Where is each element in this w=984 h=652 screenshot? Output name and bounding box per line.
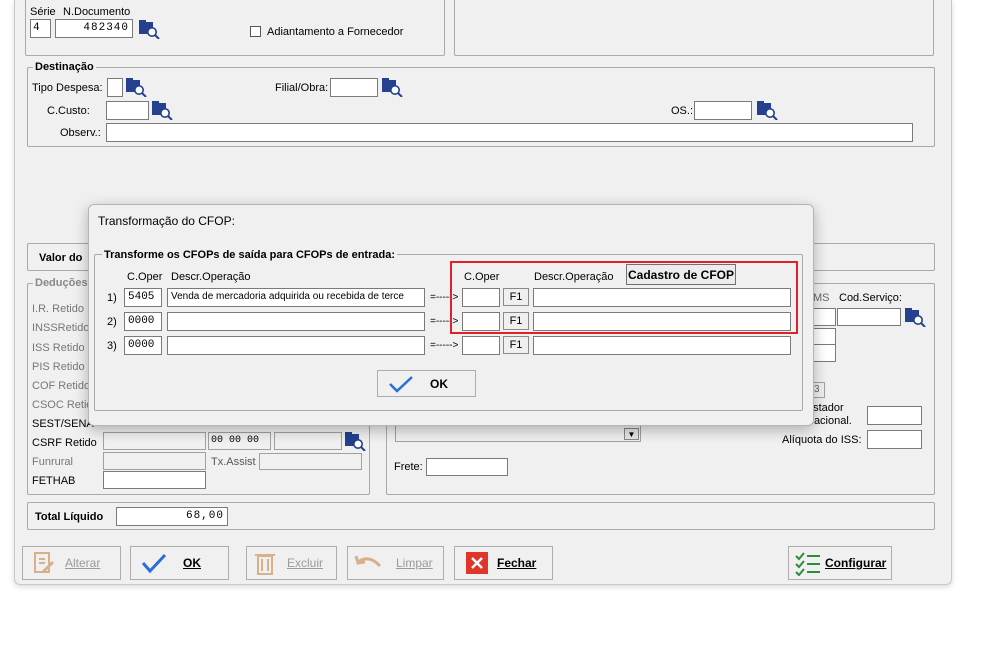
- os-field[interactable]: [694, 101, 752, 120]
- deducao-lookup-icon[interactable]: [344, 431, 366, 451]
- aliquota-label: Alíquota do ISS:: [782, 434, 862, 446]
- dialog-ok-button[interactable]: OK: [377, 370, 476, 397]
- ir-retido-label: I.R. Retido: [32, 303, 84, 315]
- dialog-ok-label: OK: [430, 376, 448, 391]
- chevron-down-icon[interactable]: ▼: [624, 428, 639, 440]
- os-lookup-icon[interactable]: [756, 100, 778, 120]
- filial-lookup-icon[interactable]: [381, 77, 403, 97]
- document-lookup-icon[interactable]: [138, 19, 160, 39]
- valor-title: Valor do: [39, 252, 83, 264]
- dialog-title: Transformação do CFOP:: [98, 214, 235, 228]
- ok-label: OK: [183, 556, 201, 570]
- col-coper-label: C.Oper: [127, 271, 163, 283]
- fechar-button[interactable]: Fechar: [454, 546, 553, 580]
- pis-retido-label: PIS Retido: [32, 361, 85, 373]
- serie-label: Série: [30, 6, 56, 18]
- row-number: 1): [107, 292, 117, 304]
- excluir-label: Excluir: [287, 556, 324, 570]
- ms-field[interactable]: [811, 308, 836, 326]
- ndoc-label: N.Documento: [63, 6, 131, 18]
- coper-out-field[interactable]: 5405: [124, 288, 162, 307]
- funrural-label: Funrural: [32, 456, 73, 468]
- cod-servico-field[interactable]: [837, 308, 901, 326]
- extra-deducao-field: [274, 432, 342, 450]
- filial-field[interactable]: [330, 78, 378, 97]
- right-top-group: [454, 0, 934, 56]
- csrf-retido-label: CSRF Retido: [32, 437, 97, 449]
- fethab-field[interactable]: [103, 471, 206, 489]
- filial-label: Filial/Obra:: [275, 82, 329, 94]
- fethab-label: FETHAB: [32, 475, 76, 487]
- undo-icon: [354, 555, 382, 568]
- total-field: 68,00: [116, 507, 228, 526]
- limpar-label: Limpar: [396, 556, 433, 570]
- deducoes-title: Deduções: [33, 277, 90, 289]
- col-descr-label: Descr.Operação: [171, 271, 251, 283]
- observ-label: Observ.:: [60, 127, 101, 139]
- cod-servico-lookup-icon[interactable]: [904, 307, 926, 327]
- tx-assist-label: Tx.Assist: [211, 456, 256, 468]
- inss-retido-label: INSSRetido: [32, 322, 90, 334]
- serie-field[interactable]: 4: [30, 19, 51, 38]
- fechar-label: Fechar: [497, 556, 537, 570]
- ccusto-field[interactable]: [106, 101, 149, 120]
- descr-in-field[interactable]: [533, 336, 791, 355]
- os-label: OS.:: [671, 105, 694, 117]
- arrow-indicator: =----->: [430, 340, 459, 351]
- cod-servico-label: Cod.Serviço:: [839, 292, 902, 304]
- descr-out-field[interactable]: Venda de mercadoria adquirida ou recebid…: [167, 288, 425, 307]
- adiantamento-checkbox[interactable]: [250, 26, 261, 37]
- observ-field[interactable]: [106, 123, 913, 142]
- total-label: Total Líquido: [35, 511, 104, 523]
- descr-out-field[interactable]: [167, 312, 425, 331]
- trash-icon: [255, 554, 275, 575]
- cof-retido-label: COF Retido: [32, 380, 91, 392]
- adiantamento-label: Adiantamento a Fornecedor: [267, 26, 404, 38]
- frete-field[interactable]: [426, 458, 508, 476]
- coper-out-field[interactable]: 0000: [124, 312, 162, 331]
- ccusto-label: C.Custo:: [47, 105, 90, 117]
- ndoc-field[interactable]: 482340: [55, 19, 133, 38]
- checklist-icon: [795, 552, 820, 576]
- csrf-retido-field: [103, 432, 206, 450]
- tipo-despesa-field[interactable]: [107, 78, 123, 97]
- checkmark-icon: [141, 553, 167, 574]
- tx-assist-field: [259, 453, 362, 470]
- close-icon: [466, 552, 488, 574]
- row-number: 3): [107, 340, 117, 352]
- descr-out-field[interactable]: [167, 336, 425, 355]
- edit-icon: [34, 552, 55, 574]
- cfop-group-title: Transforme os CFOPs de saída para CFOPs …: [102, 249, 397, 261]
- row-number: 2): [107, 316, 117, 328]
- destinacao-title: Destinação: [33, 61, 96, 73]
- limpar-button[interactable]: Limpar: [347, 546, 444, 580]
- alterar-label: Alterar: [65, 556, 101, 570]
- tipo-despesa-lookup-icon[interactable]: [125, 77, 147, 97]
- cfop-dialog: Transformação do CFOP: Transforme os CFO…: [88, 204, 814, 426]
- time-field: 00 00 00: [208, 432, 271, 450]
- ms-label: MS: [813, 292, 830, 304]
- prestador-field[interactable]: [867, 406, 922, 425]
- checkmark-icon: [389, 375, 413, 393]
- sest-sena-label: SEST/SENA: [32, 418, 94, 430]
- funrural-field: [103, 452, 206, 470]
- highlight-box: [450, 261, 798, 334]
- iss-retido-label: ISS Retido: [32, 342, 85, 354]
- excluir-button[interactable]: Excluir: [246, 546, 337, 580]
- alterar-button[interactable]: Alterar: [22, 546, 121, 580]
- ccusto-lookup-icon[interactable]: [151, 100, 173, 120]
- aliquota-field[interactable]: [867, 430, 922, 449]
- frete-label: Frete:: [394, 461, 423, 473]
- coper-out-field[interactable]: 0000: [124, 336, 162, 355]
- coper-in-field[interactable]: [462, 336, 500, 355]
- configurar-label: Configurar: [825, 556, 887, 570]
- right-field-3[interactable]: [811, 344, 836, 362]
- ok-button[interactable]: OK: [130, 546, 229, 580]
- f1-button[interactable]: F1: [503, 336, 529, 354]
- tipo-despesa-label: Tipo Despesa:: [32, 82, 103, 94]
- configurar-button[interactable]: Configurar: [788, 546, 892, 580]
- right-select[interactable]: [395, 425, 641, 442]
